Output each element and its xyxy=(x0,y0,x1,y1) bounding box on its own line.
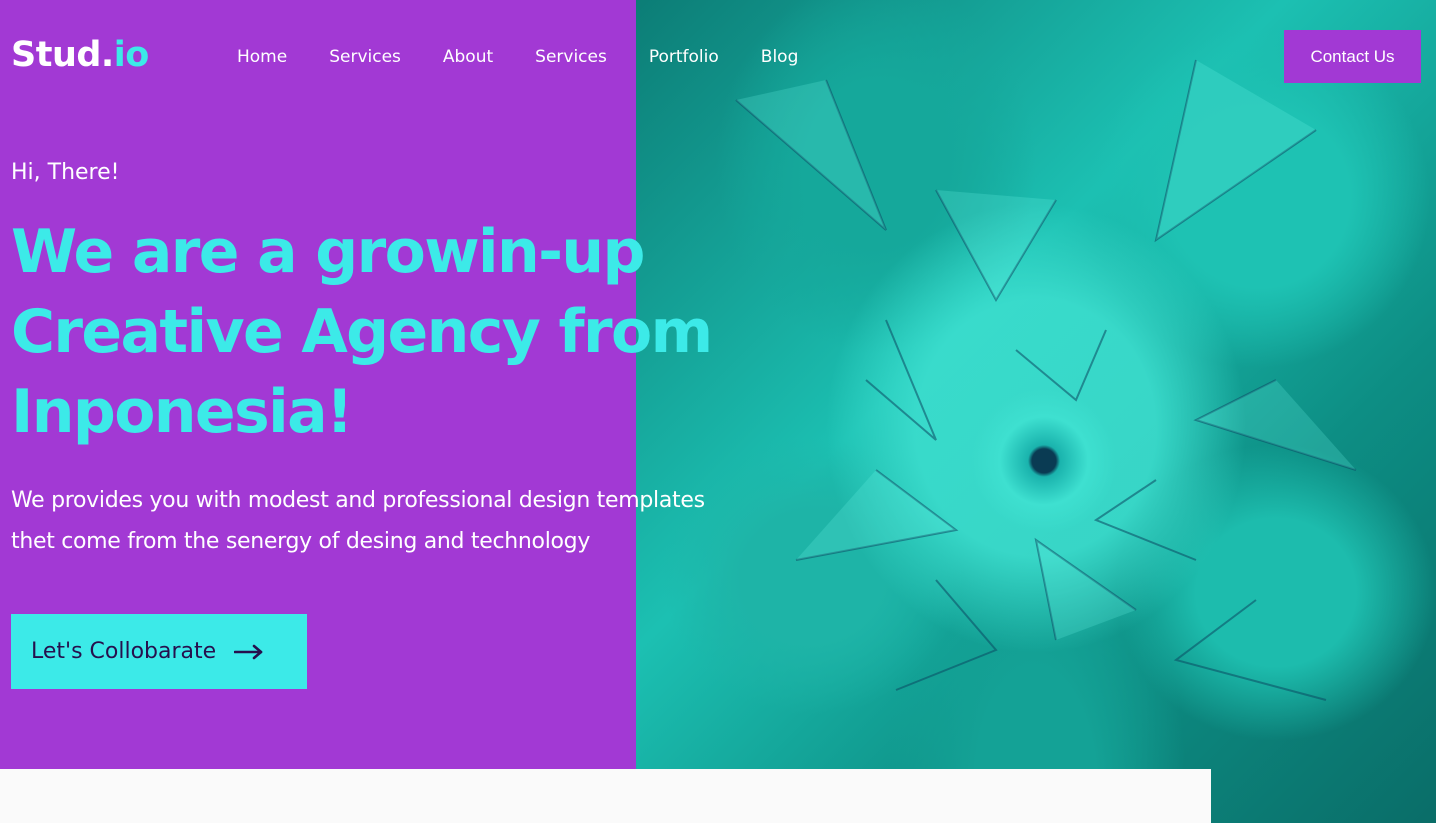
hero-headline: We are a growin-up Creative Agency from … xyxy=(11,212,791,452)
description-line-2: thet come from the senergy of desing and… xyxy=(11,529,591,554)
headline-line-3: Inponesia! xyxy=(11,377,353,447)
brand-logo[interactable]: Stud.io xyxy=(11,34,149,76)
arrow-right-icon xyxy=(234,644,264,660)
nav-item-blog[interactable]: Blog xyxy=(761,44,799,70)
collaborate-button-label: Let's Collobarate xyxy=(31,639,217,664)
nav-item-services[interactable]: Services xyxy=(329,44,401,70)
hero-greeting: Hi, There! xyxy=(11,160,120,185)
bottom-section-strip xyxy=(0,769,1211,823)
logo-main-text: Stud. xyxy=(11,35,114,75)
nav-item-services-2[interactable]: Services xyxy=(535,44,607,70)
description-line-1: We provides you with modest and professi… xyxy=(11,488,705,513)
headline-line-1: We are a growin-up xyxy=(11,217,646,287)
logo-accent-text: io xyxy=(113,35,150,75)
contact-us-button[interactable]: Contact Us xyxy=(1284,30,1421,83)
nav-item-portfolio[interactable]: Portfolio xyxy=(649,44,719,70)
nav-item-home[interactable]: Home xyxy=(237,44,287,70)
main-nav: Home Services About Services Portfolio B… xyxy=(237,44,798,70)
nav-item-about[interactable]: About xyxy=(443,44,493,70)
hero-description: We provides you with modest and professi… xyxy=(11,480,811,562)
collaborate-button[interactable]: Let's Collobarate xyxy=(11,614,307,689)
headline-line-2: Creative Agency from xyxy=(11,297,713,367)
landing-page: Stud.io Home Services About Services Por… xyxy=(0,0,1436,823)
